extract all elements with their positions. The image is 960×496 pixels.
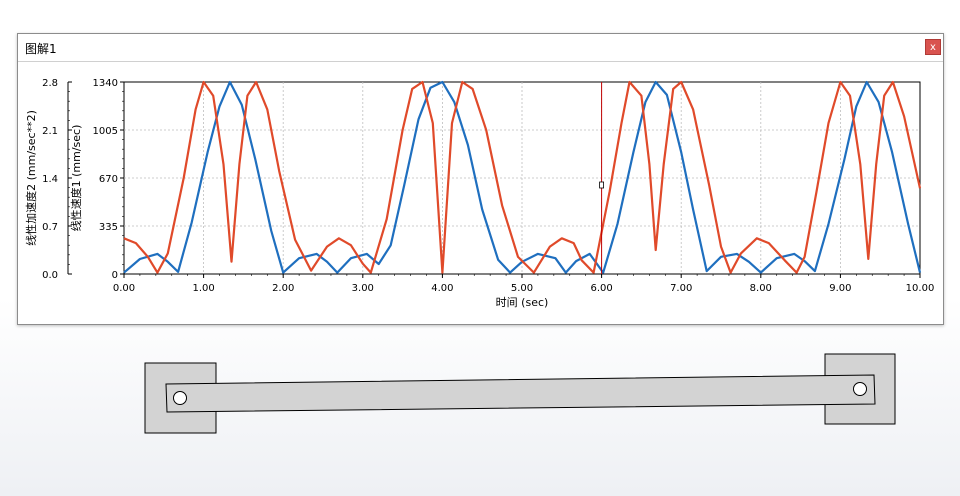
linkage-model-view (144, 353, 896, 434)
left-pin-joint[interactable] (173, 391, 187, 405)
right-pin-joint[interactable] (853, 382, 867, 396)
connecting-link-bar[interactable] (165, 374, 876, 413)
